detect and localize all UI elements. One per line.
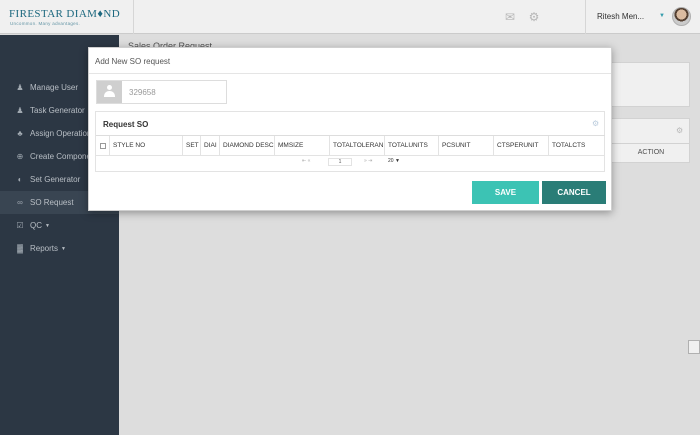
- add-so-request-modal: Add New SO request 329658 Request SO ⚙ S…: [88, 47, 612, 211]
- divider: [89, 73, 611, 74]
- save-button[interactable]: SAVE: [472, 181, 539, 204]
- user-icon: [104, 85, 115, 99]
- column-header-pcsunit[interactable]: PCSUNIT: [439, 136, 494, 156]
- select-all-checkbox[interactable]: [96, 136, 110, 156]
- column-header-mmsize[interactable]: MMSIZE: [275, 136, 330, 156]
- column-header-totalcts[interactable]: TOTALCTS: [549, 136, 605, 156]
- request-so-grid: STYLE NO SET DIAI DIAMOND DESC MMSIZE TO…: [96, 135, 605, 168]
- grid-header-row: STYLE NO SET DIAI DIAMOND DESC MMSIZE TO…: [96, 136, 605, 156]
- so-number-value: 329658: [129, 88, 156, 97]
- request-so-panel: Request SO ⚙ STYLE NO SET DIAI DIAMOND D…: [95, 111, 605, 172]
- column-header-diai[interactable]: DIAI: [201, 136, 220, 156]
- page-number-input[interactable]: 1: [328, 158, 352, 166]
- column-header-ctsperunit[interactable]: CTSPERUNIT: [494, 136, 549, 156]
- page-size-select[interactable]: 20 ▼: [388, 158, 400, 164]
- column-header-set[interactable]: SET: [183, 136, 201, 156]
- panel-title: Request SO: [103, 120, 149, 129]
- column-header-totalunits[interactable]: TOTALUNITS: [385, 136, 439, 156]
- cancel-button[interactable]: CANCEL: [542, 181, 606, 204]
- column-header-diamond-desc[interactable]: DIAMOND DESC: [220, 136, 275, 156]
- settings-icon[interactable]: ⚙: [592, 119, 599, 128]
- so-number-field[interactable]: 329658: [96, 80, 227, 104]
- grid-pager: ⇤ « 1 » ⇥ 20 ▼: [96, 157, 605, 168]
- modal-title: Add New SO request: [95, 57, 171, 66]
- column-header-style-no[interactable]: STYLE NO: [110, 136, 183, 156]
- column-header-totaltoleran[interactable]: TOTALTOLERAN: [330, 136, 385, 156]
- pager-next-last[interactable]: » ⇥: [364, 158, 372, 164]
- user-icon-box: [97, 81, 122, 103]
- pager-first-prev[interactable]: ⇤ «: [302, 158, 310, 164]
